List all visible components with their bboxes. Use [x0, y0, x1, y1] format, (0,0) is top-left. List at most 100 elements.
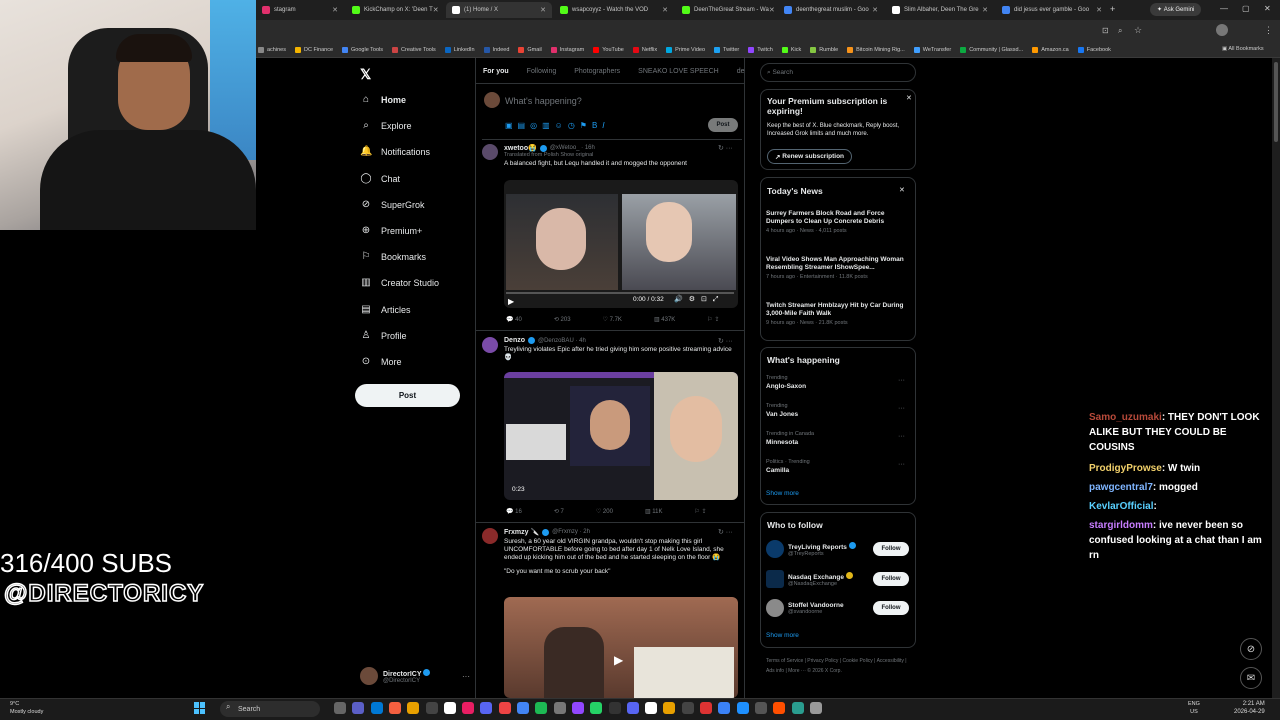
taskbar-app-icon[interactable] [352, 702, 365, 714]
trend-item[interactable]: Politics · Trending Camilla ··· [766, 459, 911, 474]
taskbar-app-icon[interactable] [590, 702, 603, 714]
taskbar-app-icon[interactable] [407, 702, 420, 714]
grok-icon[interactable]: ↻ ··· [718, 528, 733, 536]
taskbar-app-icon[interactable] [462, 702, 475, 714]
post-avatar[interactable] [482, 528, 498, 544]
nav-item-creator-studio[interactable]: ▥ Creator Studio [360, 277, 439, 289]
bookmark-item[interactable]: LinkedIn [444, 46, 475, 53]
show-more-trends[interactable]: Show more [766, 490, 799, 497]
bookmark-item[interactable]: Instagram [550, 46, 584, 53]
messages-float-icon[interactable]: ✉ [1240, 667, 1262, 689]
taskbar-app-icon[interactable] [645, 702, 658, 714]
taskbar-app-icon[interactable] [370, 702, 383, 714]
bookmark-item[interactable]: Indeed [483, 46, 509, 53]
nav-item-explore[interactable]: ⌕ Explore [360, 120, 411, 132]
taskbar-app-icon[interactable] [791, 702, 804, 714]
like-count[interactable]: ♡ 200 [596, 508, 613, 515]
grok-float-icon[interactable]: ⊘ [1240, 638, 1262, 660]
compose-tools-icons[interactable]: ▣▤◎▥☺◷⚑B𝐼 [505, 121, 610, 131]
taskbar-app-icon[interactable] [663, 702, 676, 714]
all-bookmarks[interactable]: ▣ All Bookmarks [1222, 46, 1264, 52]
views-count[interactable]: ▥ 11K [645, 508, 663, 515]
timeline-tab[interactable]: Photographers [574, 62, 620, 83]
news-item[interactable]: Twitch Streamer Hmblzayy Hit by Car Duri… [766, 302, 911, 326]
play-icon[interactable]: ▶ [614, 653, 623, 667]
trend-item[interactable]: Trending Anglo-Saxon ··· [766, 375, 911, 390]
bookmark-item[interactable]: achines [258, 46, 286, 53]
nav-item-supergrok[interactable]: ⊘ SuperGrok [360, 199, 425, 211]
timeline-tab[interactable]: Following [527, 62, 557, 83]
browser-tab[interactable]: Slim Albaher, Deen The Gre ✕ [886, 2, 994, 18]
post-author[interactable]: xwetoo😭 [504, 144, 537, 152]
account-switcher[interactable]: DirectorICY @DirectorICY ··· [360, 665, 470, 687]
maximize-icon[interactable]: ▢ [1242, 4, 1250, 13]
taskbar-app-icon[interactable] [571, 702, 584, 714]
video-controls-icons[interactable]: 🔊⚙⊡⤢ [674, 295, 724, 304]
compose-post-button[interactable]: Post [708, 118, 738, 132]
bookmark-item[interactable]: Netflix [632, 46, 657, 53]
post-2[interactable]: Denzo @DenzoBAU · 4h Treyliving violates … [482, 337, 740, 362]
nav-item-chat[interactable]: ◯ Chat [360, 173, 400, 185]
taskbar-app-icon[interactable] [718, 702, 731, 714]
video-progress[interactable] [506, 292, 734, 294]
bookmark-item[interactable]: Facebook [1077, 46, 1111, 53]
news-item[interactable]: Surrey Farmers Block Road and Force Dump… [766, 210, 911, 234]
repost-count[interactable]: ⟲ 7 [554, 508, 564, 515]
taskbar-app-icon[interactable] [443, 702, 456, 714]
play-icon[interactable]: ▶ [508, 297, 514, 306]
taskbar-search[interactable]: Search [220, 701, 320, 717]
zoom-icon[interactable]: ⌕ [1118, 26, 1122, 36]
nav-item-more[interactable]: ⊙ More [360, 356, 402, 368]
reply-count[interactable]: 💬 16 [506, 508, 522, 515]
repost-count[interactable]: ⟲ 203 [554, 316, 571, 323]
scrollbar-thumb[interactable] [1274, 62, 1278, 142]
grok-icon[interactable]: ↻ ··· [718, 337, 733, 345]
install-icon[interactable]: ⊡ [1102, 26, 1109, 35]
taskbar-app-icon[interactable] [754, 702, 767, 714]
news-item[interactable]: Viral Video Shows Man Approaching Woman … [766, 256, 911, 280]
more-dots-icon[interactable]: ··· [898, 377, 905, 384]
post-1[interactable]: xwetoo😭 @xWetoo_ · 16h Translated from Po… [482, 144, 740, 168]
taskbar-app-icon[interactable] [480, 702, 493, 714]
taskbar-app-icon[interactable] [736, 702, 749, 714]
nav-item-notifications[interactable]: 🔔 Notifications [360, 146, 430, 158]
taskbar-app-icon[interactable] [334, 702, 346, 714]
page-scrollbar[interactable] [1272, 58, 1280, 698]
browser-tab[interactable]: (1) Home / X ✕ [446, 2, 552, 18]
bookmark-share-icons[interactable]: ⚐ ⇪ [695, 508, 707, 515]
post-1-video[interactable]: ▶ 0:00 / 0:32 🔊⚙⊡⤢ [504, 180, 738, 308]
minimize-icon[interactable]: — [1220, 4, 1228, 13]
timeline-tab[interactable]: For you [483, 62, 509, 83]
post-author[interactable]: Denzo [504, 337, 525, 344]
profile-avatar[interactable] [1216, 24, 1228, 36]
bookmark-star-icon[interactable]: ☆ [1134, 25, 1142, 36]
bookmark-item[interactable]: Kick [781, 46, 801, 53]
menu-icon[interactable]: ⋮ [1264, 25, 1273, 36]
tab-close-icon[interactable]: ✕ [662, 6, 668, 14]
views-count[interactable]: ▥ 437K [654, 316, 675, 323]
language-indicator[interactable]: ENG US [1188, 700, 1200, 716]
taskbar-app-icon[interactable] [700, 702, 712, 714]
taskbar-app-icon[interactable] [517, 702, 529, 714]
browser-tab[interactable]: deenthegreat muslim - Goo ✕ [778, 2, 884, 18]
trend-item[interactable]: Trending Van Jones ··· [766, 403, 911, 418]
tab-close-icon[interactable]: ✕ [540, 6, 546, 14]
like-count[interactable]: ♡ 7.7K [603, 316, 622, 323]
windows-start-icon[interactable] [194, 702, 206, 714]
follow-button[interactable]: Follow [873, 572, 909, 586]
show-more-follows[interactable]: Show more [766, 632, 799, 639]
browser-tab[interactable]: wsapcoyyz - Watch the VOD ✕ [554, 2, 674, 18]
bookmark-item[interactable]: Community | Glassd... [960, 46, 1023, 53]
browser-tab[interactable]: stagram ✕ [256, 2, 344, 18]
browser-tab[interactable]: did jesus ever gamble - Goo ✕ [996, 2, 1108, 18]
bookmark-item[interactable]: Prime Video [666, 46, 705, 53]
reply-count[interactable]: 💬 40 [506, 316, 522, 323]
more-dots-icon[interactable]: ··· [898, 461, 905, 468]
close-icon[interactable]: ✕ [906, 94, 912, 102]
tab-close-icon[interactable]: ✕ [982, 6, 988, 14]
taskbar-app-icon[interactable] [553, 702, 566, 714]
nav-item-bookmarks[interactable]: ⚐ Bookmarks [360, 251, 427, 263]
new-tab-icon[interactable]: + [1110, 4, 1115, 14]
taskbar-app-icon[interactable] [773, 702, 786, 714]
ask-gemini-button[interactable]: ✦ Ask Gemini [1150, 3, 1202, 16]
